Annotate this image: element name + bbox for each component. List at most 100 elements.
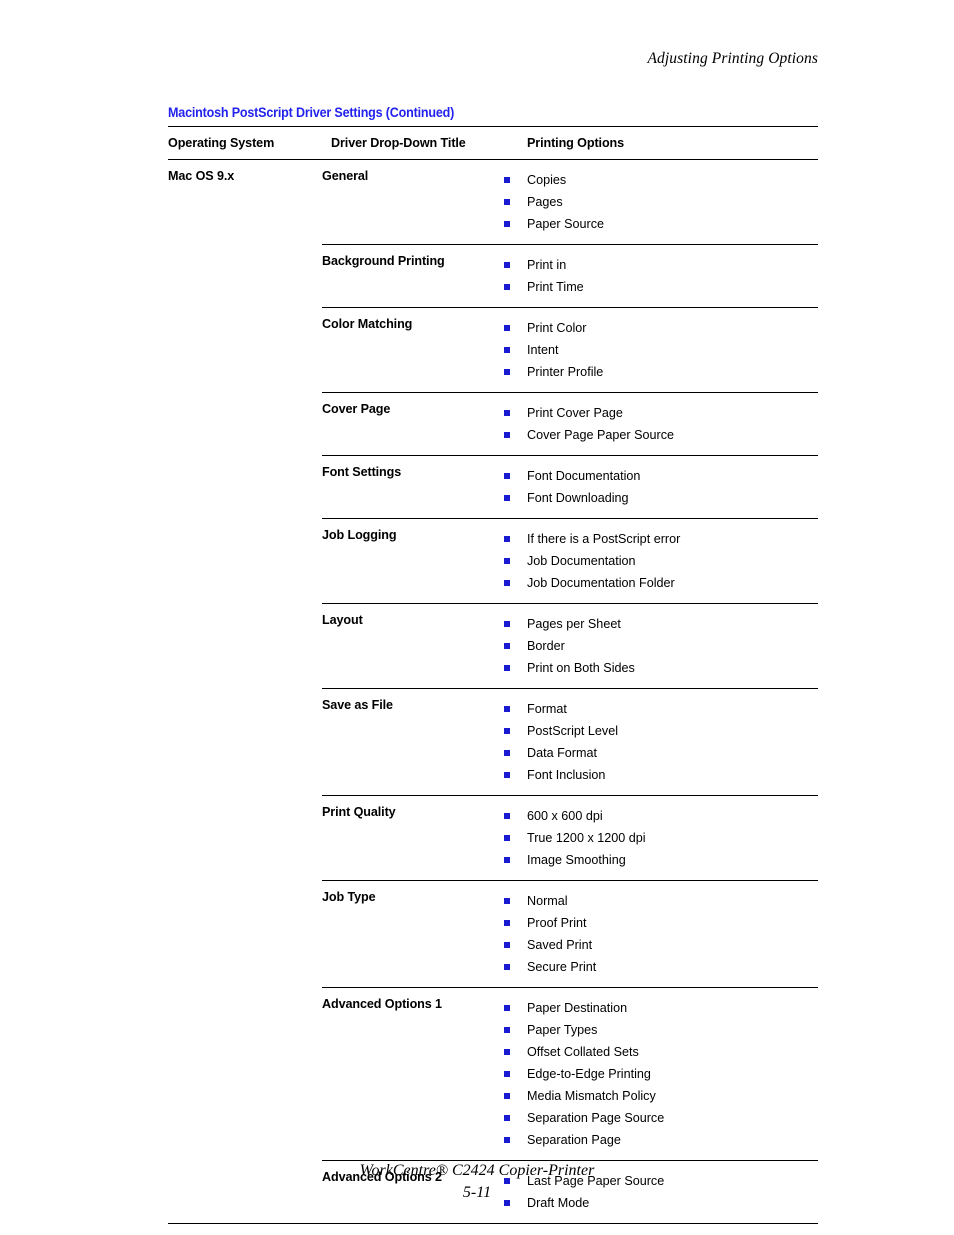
list-item: True 1200 x 1200 dpi [504, 827, 818, 849]
cell-printing-options: If there is a PostScript error Job Docume… [504, 518, 818, 604]
printing-options-list: Copies Pages Paper Source [504, 169, 818, 235]
printing-option-label: Pages [527, 195, 563, 209]
printing-option-label: Image Smoothing [527, 853, 626, 867]
table-row: Save as File Format PostScript Level Data F… [168, 688, 818, 796]
square-bullet-icon [504, 369, 510, 375]
list-item: Job Documentation [504, 550, 818, 572]
printing-option-label: Edge-to-Edge Printing [527, 1067, 651, 1081]
table-row: Job Type Normal Proof Print Saved Print Secu… [168, 880, 818, 988]
table-row: Cover Page Print Cover Page Cover Page Pap… [168, 392, 818, 456]
printing-option-label: Paper Destination [527, 1001, 628, 1015]
printing-option-label: Job Documentation Folder [527, 576, 675, 590]
square-bullet-icon [504, 665, 510, 671]
footer-page-number: 5-11 [462, 1184, 492, 1201]
list-item: Data Format [504, 742, 818, 764]
printing-option-label: Job Documentation [527, 554, 636, 568]
list-item: Font Documentation [504, 465, 818, 487]
cell-driver-drop-down-title: Background Printing [322, 244, 504, 308]
cell-printing-options: Print Cover Page Cover Page Paper Source [504, 392, 818, 456]
cell-printing-options: Copies Pages Paper Source [504, 160, 818, 245]
square-bullet-icon [504, 262, 510, 268]
macintosh-postscript-driver-settings-table: Operating System Driver Drop-Down Title … [168, 127, 818, 1223]
list-item: Paper Types [504, 1019, 818, 1041]
printing-options-list: Font Documentation Font Downloading [504, 465, 818, 509]
cell-driver-drop-down-title: Font Settings [322, 455, 504, 519]
printing-option-label: Intent [527, 343, 559, 357]
printing-option-label: Paper Source [527, 217, 605, 231]
table-row: Advanced Options 1 Paper Destination Paper… [168, 987, 818, 1161]
printing-option-label: Separation Page Source [527, 1111, 665, 1125]
cell-driver-drop-down-title: Color Matching [322, 307, 504, 393]
square-bullet-icon [504, 964, 510, 970]
square-bullet-icon [504, 621, 510, 627]
cell-operating-system-empty [168, 308, 322, 393]
list-item: Print Cover Page [504, 402, 818, 424]
cell-driver-drop-down-title: Save as File [322, 688, 504, 796]
square-bullet-icon [504, 706, 510, 712]
list-item: Job Documentation Folder [504, 572, 818, 594]
cell-printing-options: Font Documentation Font Downloading [504, 455, 818, 519]
table-bottom-rule [168, 1223, 818, 1224]
cell-driver-drop-down-title: Advanced Options 1 [322, 987, 504, 1161]
list-item: Print Time [504, 276, 818, 298]
printing-option-label: Pages per Sheet [527, 617, 621, 631]
printing-option-label: Border [527, 639, 565, 653]
table-body: Mac OS 9.x General Copies Pages Paper Source… [168, 160, 818, 1223]
printing-option-label: Font Downloading [527, 491, 629, 505]
list-item: Image Smoothing [504, 849, 818, 871]
square-bullet-icon [504, 835, 510, 841]
cell-operating-system-empty [168, 988, 322, 1161]
printing-option-label: Data Format [527, 746, 597, 760]
list-item: Print in [504, 254, 818, 276]
cell-printing-options: Print in Print Time [504, 244, 818, 308]
table-row: Mac OS 9.x General Copies Pages Paper Source [168, 160, 818, 245]
table-row: Color Matching Print Color Intent Printer P… [168, 307, 818, 393]
cell-printing-options: Pages per Sheet Border Print on Both Sides [504, 603, 818, 689]
cell-printing-options: Normal Proof Print Saved Print Secure Print [504, 880, 818, 988]
printing-option-label: Printer Profile [527, 365, 604, 379]
column-header-driver-drop-down-title: Driver Drop-Down Title [331, 136, 466, 150]
printing-option-label: Offset Collated Sets [527, 1045, 639, 1059]
column-header-operating-system: Operating System [168, 136, 275, 150]
printing-option-label: Print on Both Sides [527, 661, 635, 675]
printing-option-label: True 1200 x 1200 dpi [527, 831, 646, 845]
cell-printing-options: Format PostScript Level Data Format Font In… [504, 688, 818, 796]
square-bullet-icon [504, 942, 510, 948]
table-row: Background Printing Print in Print Time [168, 244, 818, 308]
printing-option-label: Print Time [527, 280, 584, 294]
table-row: Print Quality 600 x 600 dpi True 1200 x 12… [168, 795, 818, 881]
square-bullet-icon [504, 199, 510, 205]
square-bullet-icon [504, 284, 510, 290]
list-item: Paper Source [504, 213, 818, 235]
printing-options-list: Pages per Sheet Border Print on Both Sides [504, 613, 818, 679]
list-item: Format [504, 698, 818, 720]
square-bullet-icon [504, 536, 510, 542]
list-item: Secure Print [504, 956, 818, 978]
printing-option-label: Format [527, 702, 567, 716]
table-row: Job Logging If there is a PostScript erro… [168, 518, 818, 604]
square-bullet-icon [504, 772, 510, 778]
list-item: Cover Page Paper Source [504, 424, 818, 446]
printing-options-list: Print in Print Time [504, 254, 818, 298]
table-header: Operating System Driver Drop-Down Title … [168, 127, 818, 160]
cell-driver-drop-down-title: Job Type [322, 880, 504, 988]
printing-option-label: Normal [527, 894, 568, 908]
square-bullet-icon [504, 857, 510, 863]
printing-option-label: Font Inclusion [527, 768, 606, 782]
table-header-row: Operating System Driver Drop-Down Title … [168, 127, 818, 160]
square-bullet-icon [504, 325, 510, 331]
list-item: Font Downloading [504, 487, 818, 509]
footer-product-name: WorkCentre® C2424 Copier-Printer [359, 1162, 595, 1179]
printing-option-label: PostScript Level [527, 724, 618, 738]
cell-operating-system-empty [168, 393, 322, 456]
printing-option-label: 600 x 600 dpi [527, 809, 603, 823]
square-bullet-icon [504, 750, 510, 756]
cell-operating-system-empty [168, 604, 322, 689]
square-bullet-icon [504, 495, 510, 501]
printing-options-list: Normal Proof Print Saved Print Secure Print [504, 890, 818, 978]
printing-options-list: 600 x 600 dpi True 1200 x 1200 dpi Image S… [504, 805, 818, 871]
list-item: Proof Print [504, 912, 818, 934]
square-bullet-icon [504, 1027, 510, 1033]
square-bullet-icon [504, 1049, 510, 1055]
printing-option-label: Font Documentation [527, 469, 641, 483]
